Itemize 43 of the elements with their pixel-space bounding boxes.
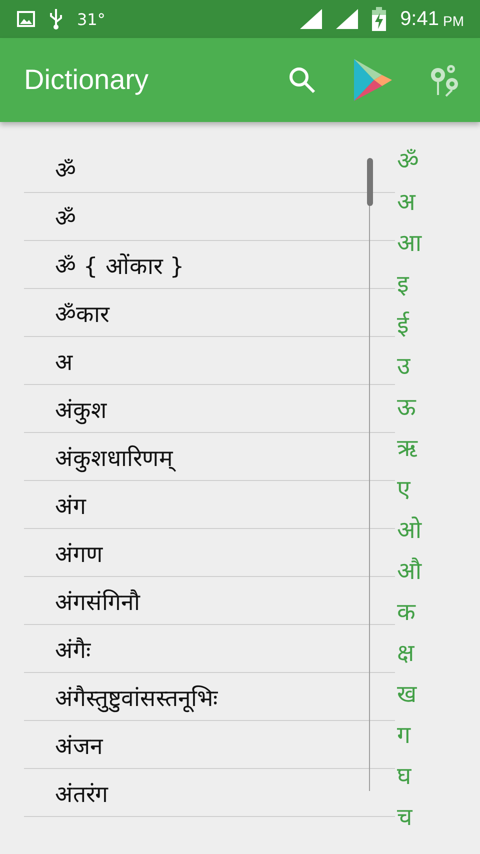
word-text: अंगण — [55, 540, 103, 568]
index-letter[interactable]: घ — [395, 756, 422, 797]
play-triangle-icon[interactable] — [352, 59, 392, 101]
index-letter[interactable]: ई — [395, 305, 422, 346]
index-letter[interactable]: ओ — [395, 510, 422, 551]
usb-icon — [49, 8, 63, 30]
index-letter[interactable]: आ — [395, 223, 422, 264]
index-letter[interactable]: औ — [395, 551, 422, 592]
clock-time: 9:41 — [400, 8, 439, 30]
word-text: ॐकार — [55, 300, 109, 328]
word-text: अंजन — [55, 732, 103, 760]
word-text: ॐ — [55, 204, 76, 232]
image-icon — [17, 11, 35, 27]
word-text: ॐ — [55, 156, 76, 184]
word-row[interactable]: अंतरंग — [24, 769, 395, 817]
scrollbar-thumb[interactable] — [367, 158, 373, 206]
word-text: ॐ { ओंकार } — [55, 252, 184, 280]
word-text: अंतरंग — [55, 780, 108, 808]
word-text: अंग — [55, 492, 86, 520]
battery-charging-icon — [372, 7, 386, 31]
index-letter[interactable]: ग — [395, 715, 422, 756]
index-letter[interactable]: ऊ — [395, 387, 422, 428]
index-letter[interactable]: क — [395, 592, 422, 633]
signal-icon — [336, 9, 358, 29]
index-letter[interactable]: ॐ — [395, 141, 422, 182]
word-text: अंगसंगिनौ — [55, 588, 140, 616]
index-letter[interactable]: इ — [395, 264, 422, 305]
index-letter[interactable]: ऋ — [395, 428, 422, 469]
index-letter[interactable]: अ — [395, 182, 422, 223]
word-text: अंगैः — [55, 636, 91, 664]
clock-meridiem: PM — [443, 13, 464, 29]
index-letter[interactable]: ए — [395, 469, 422, 510]
temperature: 31° — [77, 10, 106, 28]
word-text: अ — [55, 348, 73, 376]
app-title: Dictionary — [24, 64, 150, 96]
search-icon[interactable] — [288, 66, 316, 94]
index-letter[interactable]: उ — [395, 346, 422, 387]
word-text: अंकुश — [55, 396, 107, 424]
signal-icon — [300, 9, 322, 29]
index-letter[interactable]: क्ष — [395, 633, 422, 674]
word-text: अंगैस्तुष्टुवांसस्तनूभिः — [55, 684, 218, 712]
index-letter[interactable]: च — [395, 797, 422, 830]
index-letter[interactable]: ख — [395, 674, 422, 715]
